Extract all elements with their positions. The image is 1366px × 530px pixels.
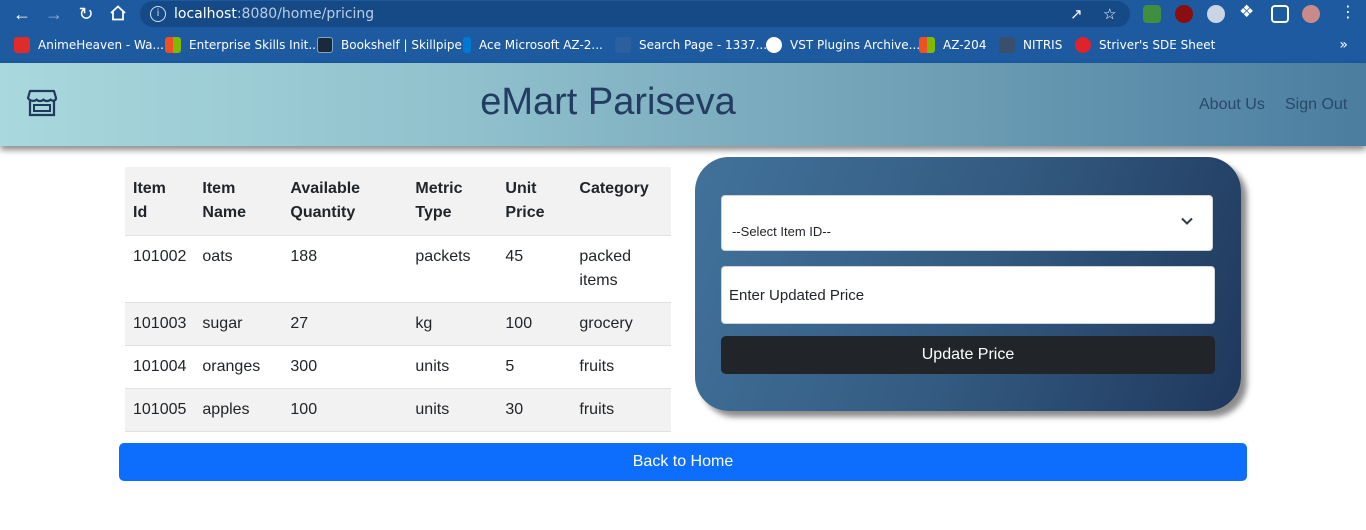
address-bar[interactable]: i localhost:8080/home/pricing ↗ ☆ <box>140 1 1130 27</box>
cell-category: packed items <box>571 235 671 303</box>
chevron-down-icon <box>1181 217 1193 225</box>
bookmark-item[interactable]: Search Page - 1337... <box>615 37 767 53</box>
bookmark-item[interactable]: AnimeHeaven - Wa... <box>14 37 164 53</box>
about-us-link[interactable]: About Us <box>1199 96 1265 114</box>
cell-item-name: oats <box>194 235 283 303</box>
app-header: eMart Pariseva About Us Sign Out <box>0 63 1366 146</box>
cell-item-id: 101004 <box>125 345 195 389</box>
cell-item-name: sugar <box>194 302 283 346</box>
ublock-icon[interactable] <box>1175 5 1193 23</box>
item-id-select-value: --Select Item ID-- <box>732 224 831 239</box>
cell-metric: kg <box>407 302 498 346</box>
bookmark-item[interactable]: Ace Microsoft AZ-2... <box>463 37 603 53</box>
back-arrow-icon[interactable]: ← <box>12 4 32 24</box>
sidepanel-icon[interactable] <box>1271 5 1289 23</box>
inventory-table: Item Id Item Name Available Quantity Metric… <box>125 167 671 432</box>
table-row: 101002 oats 188 packets 45 packed items <box>125 235 671 303</box>
more-bookmarks-button[interactable]: » <box>1339 37 1348 53</box>
cell-quantity: 300 <box>282 345 408 389</box>
site-info-icon[interactable]: i <box>150 6 166 22</box>
reload-icon[interactable]: ↻ <box>76 4 96 24</box>
url-text[interactable]: localhost:8080/home/pricing <box>174 6 374 22</box>
bookmark-item[interactable]: Bookshelf | Skillpipe <box>317 37 462 53</box>
cell-item-name: oranges <box>194 345 283 389</box>
bookmark-item[interactable]: Striver's SDE Sheet <box>1075 37 1215 53</box>
bookmark-item[interactable]: VST Plugins Archive... <box>766 37 920 53</box>
column-header-metric: Metric Type <box>407 167 498 236</box>
cell-category: fruits <box>571 388 671 432</box>
extension-icon[interactable] <box>1143 5 1161 23</box>
column-header-item-name: Item Name <box>194 167 283 236</box>
column-header-item-id: Item Id <box>125 167 195 236</box>
cell-metric: units <box>407 388 498 432</box>
share-icon[interactable]: ↗ <box>1070 5 1083 23</box>
cell-item-id: 101003 <box>125 302 195 346</box>
bookmarks-bar: AnimeHeaven - Wa... Enterprise Skills In… <box>0 28 1366 63</box>
brand-title: eMart Pariseva <box>480 81 736 123</box>
item-id-select[interactable]: --Select Item ID-- <box>721 195 1213 251</box>
home-icon[interactable] <box>108 4 128 24</box>
bookmark-item[interactable]: NITRIS <box>999 37 1062 53</box>
cell-category: grocery <box>571 302 671 346</box>
bookmark-favicon-icon <box>919 37 935 53</box>
cell-metric: units <box>407 345 498 389</box>
bookmark-favicon-icon <box>317 37 333 53</box>
column-header-quantity: Available Quantity <box>282 167 408 236</box>
cell-quantity: 188 <box>282 235 408 303</box>
cell-price: 5 <box>497 345 572 389</box>
column-header-price: Unit Price <box>497 167 572 236</box>
updated-price-input[interactable] <box>721 266 1215 324</box>
puzzle-icon[interactable]: ❖ <box>1239 3 1254 21</box>
cell-item-id: 101005 <box>125 388 195 432</box>
shield-icon[interactable] <box>1207 5 1225 23</box>
forward-arrow-icon[interactable]: → <box>44 4 64 24</box>
table-row: 101004 oranges 300 units 5 fruits <box>125 345 671 389</box>
bookmark-favicon-icon <box>14 37 30 53</box>
update-price-panel: --Select Item ID-- Update Price <box>695 157 1241 411</box>
bookmark-item[interactable]: AZ-204 <box>919 37 986 53</box>
bookmark-favicon-icon <box>463 37 471 53</box>
browser-toolbar: ← → ↻ i localhost:8080/home/pricing ↗ ☆ … <box>0 0 1366 28</box>
table-header-row: Item Id Item Name Available Quantity Metric… <box>125 167 671 236</box>
bookmark-item[interactable]: Enterprise Skills Init... <box>165 37 320 53</box>
cell-item-name: apples <box>194 388 283 432</box>
cell-metric: packets <box>407 235 498 303</box>
update-price-button[interactable]: Update Price <box>721 336 1215 374</box>
cell-item-id: 101002 <box>125 235 195 303</box>
cell-quantity: 100 <box>282 388 408 432</box>
back-to-home-button[interactable]: Back to Home <box>119 443 1247 481</box>
cell-price: 30 <box>497 388 572 432</box>
column-header-category: Category <box>571 167 671 236</box>
profile-avatar-icon[interactable] <box>1302 5 1320 23</box>
bookmark-favicon-icon <box>1075 37 1091 53</box>
cell-price: 45 <box>497 235 572 303</box>
sign-out-link[interactable]: Sign Out <box>1285 96 1347 114</box>
bookmark-favicon-icon <box>766 37 782 53</box>
table-row: 101003 sugar 27 kg 100 grocery <box>125 302 671 346</box>
bookmark-favicon-icon <box>999 37 1015 53</box>
cell-price: 100 <box>497 302 572 346</box>
cell-category: fruits <box>571 345 671 389</box>
bookmark-favicon-icon <box>615 37 631 53</box>
bookmark-star-icon[interactable]: ☆ <box>1103 5 1116 23</box>
cell-quantity: 27 <box>282 302 408 346</box>
bookmark-favicon-icon <box>165 37 181 53</box>
table-row: 101005 apples 100 units 30 fruits <box>125 388 671 432</box>
menu-dots-icon[interactable]: ⋮ <box>1340 3 1356 21</box>
